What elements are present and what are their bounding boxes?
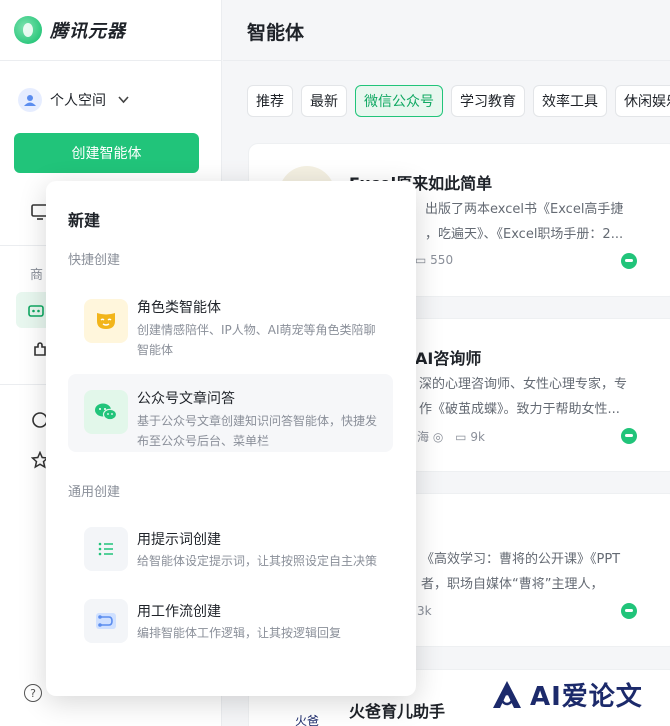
sidebar-divider <box>0 60 222 61</box>
tab-recommend[interactable]: 推荐 <box>247 85 293 117</box>
comment-count-value: 3k <box>417 604 432 618</box>
wechat-badge-icon <box>621 253 637 269</box>
list-icon <box>84 527 128 571</box>
general-create-label: 通用创建 <box>68 485 121 500</box>
app-logo[interactable]: 腾讯元器 <box>14 16 126 44</box>
agent-title: AI咨询师 <box>415 349 482 368</box>
agent-desc-line: 出版了两本excel书《Excel高手捷 <box>425 202 624 217</box>
page-title: 智能体 <box>247 22 305 44</box>
category-tabs: 推荐 最新 微信公众号 学习教育 效率工具 休闲娱乐 <box>247 85 670 117</box>
create-role-agent-option[interactable]: 角色类智能体 创建情感陪伴、IP人物、AI萌宠等角色类陪聊智能体 <box>68 283 393 361</box>
app-name: 腾讯元器 <box>50 21 126 42</box>
option-title: 用提示词创建 <box>137 532 221 548</box>
wechat-badge-icon <box>621 428 637 444</box>
agent-desc-line: 者，职场自媒体“曹将”主理人， <box>421 577 604 592</box>
option-desc: 创建情感陪伴、IP人物、AI萌宠等角色类陪聊智能体 <box>137 323 376 357</box>
tab-leisure[interactable]: 休闲娱乐 <box>615 85 670 117</box>
space-switcher[interactable]: 个人空间 <box>18 88 129 112</box>
create-agent-button[interactable]: 创建智能体 <box>14 133 199 173</box>
watermark: AI爱论文 <box>484 674 649 715</box>
comment-count-value: 550 <box>430 253 454 267</box>
agent-meta: 海 ◎ ▭ 9k <box>417 428 485 445</box>
tab-latest[interactable]: 最新 <box>301 85 347 117</box>
agent-avatar-text: 火爸 <box>295 714 320 726</box>
chevron-down-icon <box>118 94 129 107</box>
quick-create-label: 快捷创建 <box>68 253 121 268</box>
option-desc: 给智能体设定提示词，让其按照设定自主决策 <box>137 554 378 568</box>
help-icon[interactable]: ? <box>24 684 42 702</box>
comment-icon: ▭ <box>455 430 467 444</box>
header-divider <box>223 60 670 61</box>
verified-icon: ◎ <box>432 430 444 444</box>
comment-icon: ▭ <box>415 253 427 267</box>
mask-icon <box>84 299 128 343</box>
tab-efficiency[interactable]: 效率工具 <box>533 85 607 117</box>
wechat-icon <box>84 390 128 434</box>
create-popup: 新建 快捷创建 角色类智能体 创建情感陪伴、IP人物、AI萌宠等角色类陪聊智能体… <box>46 181 416 696</box>
robot-icon <box>26 300 46 320</box>
option-title: 角色类智能体 <box>137 300 221 316</box>
watermark-logo-icon <box>493 680 521 708</box>
create-with-workflow-option[interactable]: 用工作流创建 编排智能体工作逻辑，让其按逻辑回复 <box>68 583 393 661</box>
wechat-badge-icon <box>621 603 637 619</box>
option-desc: 基于公众号文章创建知识问答智能体，快捷发布至公众号后台、菜单栏 <box>137 414 378 448</box>
comment-count-value: 9k <box>470 430 485 444</box>
user-avatar-icon <box>18 88 42 112</box>
agent-desc-line: 深的心理咨询师、女性心理专家，专 <box>419 377 628 392</box>
agent-desc-line: 《高效学习：曹将的公开课》《PPT <box>421 552 621 567</box>
create-with-prompt-option[interactable]: 用提示词创建 给智能体设定提示词，让其按照设定自主决策 <box>68 511 393 589</box>
popup-title: 新建 <box>68 211 101 230</box>
workflow-icon <box>84 599 128 643</box>
section-label: 商 <box>30 268 44 283</box>
agent-title: 火爸育儿助手 <box>349 702 446 721</box>
author-name: 海 <box>417 430 430 444</box>
watermark-text: AI爱论文 <box>530 682 643 712</box>
option-title: 公众号文章问答 <box>137 391 235 407</box>
agent-desc-line: ，吃遍天》、《Excel职场手册：2... <box>425 227 624 242</box>
space-label: 个人空间 <box>50 93 106 109</box>
option-title: 用工作流创建 <box>137 604 221 620</box>
agent-desc-line: 作《破茧成蝶》。致力于帮助女性... <box>419 402 620 417</box>
logo-icon <box>14 16 42 44</box>
option-desc: 编排智能体工作逻辑，让其按逻辑回复 <box>137 626 342 640</box>
create-article-qa-option[interactable]: 公众号文章问答 基于公众号文章创建知识问答智能体，快捷发布至公众号后台、菜单栏 <box>68 374 393 452</box>
tab-learning[interactable]: 学习教育 <box>451 85 525 117</box>
tab-wechat-official[interactable]: 微信公众号 <box>355 85 443 117</box>
comment-count: ▭ 550 <box>415 253 453 267</box>
